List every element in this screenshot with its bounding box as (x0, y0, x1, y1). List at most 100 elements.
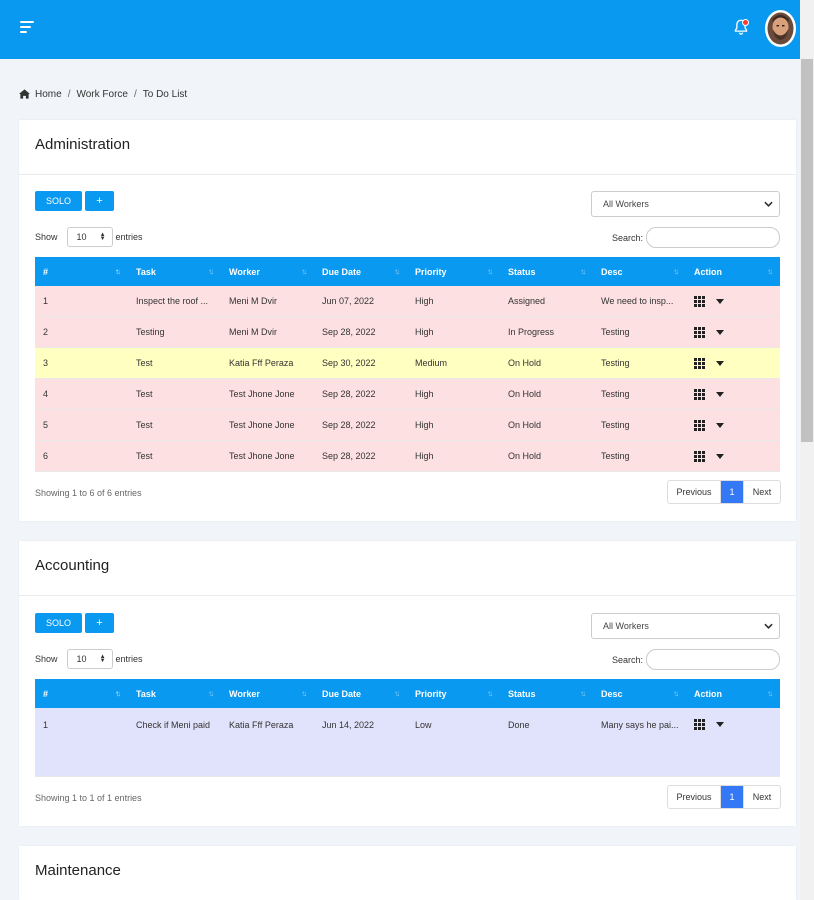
cell-num: 1 (43, 719, 49, 730)
cell-action (686, 286, 780, 316)
cell-task: Test (136, 358, 153, 368)
page-1-button[interactable]: 1 (721, 481, 743, 503)
table-row[interactable]: 1 Check if Meni paid Katia Fff Peraza Jun 1… (35, 708, 780, 777)
section-card-maintenance: Maintenance (19, 846, 796, 900)
caret-down-icon[interactable] (716, 722, 724, 727)
column-header-desc[interactable]: Desc ↑↓ (593, 679, 686, 708)
cell-action (686, 441, 780, 471)
cell-worker: Test Jhone Jone (229, 389, 295, 399)
search-input[interactable] (646, 649, 781, 670)
section-title: Accounting (35, 557, 110, 574)
caret-down-icon[interactable] (716, 422, 724, 428)
page-length-control: Show 10 ▲ ▼ entries (35, 649, 143, 669)
column-header-worker[interactable]: Worker ↑↓ (221, 257, 314, 286)
add-task-button[interactable]: + (85, 191, 114, 211)
table-body: 1 Check if Meni paid Katia Fff Peraza Jun 1… (35, 708, 780, 777)
cell-desc: Testing (601, 327, 630, 337)
column-header-priority[interactable]: Priority ↑↓ (407, 679, 500, 708)
table-header: # ↑↓ Task ↑↓ Worker ↑↓ Due Date ↑↓ Priority ↑… (35, 257, 780, 286)
cell-priority: Low (415, 719, 432, 730)
cell-desc: Testing (601, 420, 630, 430)
column-header-priority[interactable]: Priority ↑↓ (407, 257, 500, 286)
caret-down-icon[interactable] (716, 298, 724, 304)
previous-page-button[interactable]: Previous (668, 786, 721, 808)
solo-button[interactable]: SOLO (35, 191, 82, 211)
table-row[interactable]: 5 Test Test Jhone Jone Sep 28, 2022 High On H… (35, 410, 780, 441)
grid-menu-icon[interactable] (694, 388, 705, 400)
grid-menu-icon[interactable] (694, 295, 705, 307)
cell-due-date: Sep 28, 2022 (322, 327, 376, 337)
cell-action (686, 379, 780, 409)
tasks-table: # ↑↓ Task ↑↓ Worker ↑↓ Due Date ↑↓ Priority ↑… (35, 679, 780, 777)
column-header-due-date[interactable]: Due Date ↑↓ (314, 679, 407, 708)
column-header-action[interactable]: Action ↑↓ (686, 679, 780, 708)
column-header-desc[interactable]: Desc ↑↓ (593, 257, 686, 286)
page-length-select[interactable]: 10 ▲ ▼ (66, 227, 113, 247)
column-header-worker[interactable]: Worker ↑↓ (221, 679, 314, 708)
sort-icon: ↑↓ (394, 267, 400, 276)
column-header-num[interactable]: # ↑↓ (35, 679, 128, 708)
column-header-status[interactable]: Status ↑↓ (500, 257, 593, 286)
grid-menu-icon[interactable] (694, 326, 705, 338)
solo-button[interactable]: SOLO (35, 613, 82, 633)
column-header-due-date[interactable]: Due Date ↑↓ (314, 257, 407, 286)
caret-down-icon[interactable] (716, 453, 724, 459)
column-header-task[interactable]: Task ↑↓ (128, 257, 221, 286)
sort-icon: ↑↓ (767, 689, 773, 698)
cell-task: Test (136, 420, 153, 430)
search-label: Search: (612, 654, 644, 665)
cell-due-date: Jun 07, 2022 (322, 296, 375, 306)
next-page-button[interactable]: Next (743, 786, 780, 808)
cell-task: Test (136, 389, 153, 399)
caret-down-icon[interactable] (716, 360, 724, 366)
breadcrumb-home[interactable]: Home (35, 89, 62, 100)
grid-menu-icon[interactable] (694, 450, 705, 462)
sort-icon: ↑↓ (487, 689, 493, 698)
table-row[interactable]: 6 Test Test Jhone Jone Sep 28, 2022 High On H… (35, 441, 780, 472)
previous-page-button[interactable]: Previous (668, 481, 721, 503)
column-header-num[interactable]: # ↑↓ (35, 257, 128, 286)
cell-status: On Hold (508, 451, 542, 461)
cell-num: 1 (43, 296, 49, 306)
sort-icon: ↑↓ (580, 267, 586, 276)
cell-due-date: Sep 28, 2022 (322, 389, 376, 399)
page-1-button[interactable]: 1 (721, 786, 743, 808)
menu-icon[interactable] (20, 21, 34, 33)
breadcrumb-work-force[interactable]: Work Force (76, 89, 128, 100)
add-task-button[interactable]: + (85, 613, 114, 633)
worker-filter-select[interactable]: All Workers (591, 613, 780, 639)
cell-status: On Hold (508, 420, 542, 430)
page-scrollbar-thumb[interactable] (801, 59, 813, 442)
caret-down-icon[interactable] (716, 391, 724, 397)
entries-label: entries (115, 654, 143, 664)
table-row[interactable]: 2 Testing Meni M Dvir Sep 28, 2022 High In Pr… (35, 317, 780, 348)
page-length-select[interactable]: 10 ▲ ▼ (66, 649, 113, 669)
table-row[interactable]: 1 Inspect the roof ... Meni M Dvir Jun 07, … (35, 286, 780, 317)
user-avatar[interactable] (765, 10, 796, 47)
column-header-action[interactable]: Action ↑↓ (686, 257, 780, 286)
column-header-status[interactable]: Status ↑↓ (500, 679, 593, 708)
table-row[interactable]: 4 Test Test Jhone Jone Sep 28, 2022 High On H… (35, 379, 780, 410)
cell-num: 5 (43, 420, 49, 430)
worker-filter-select[interactable]: All Workers (591, 191, 780, 217)
caret-down-icon[interactable] (716, 329, 724, 335)
chevron-down-icon (764, 623, 773, 629)
search-input[interactable] (646, 227, 781, 248)
cell-status: On Hold (508, 389, 542, 399)
grid-menu-icon[interactable] (694, 419, 705, 431)
grid-menu-icon[interactable] (694, 719, 705, 730)
cell-priority: High (415, 451, 434, 461)
cell-worker: Meni M Dvir (229, 296, 278, 306)
section-card-accounting: Accounting SOLO + All Workers Show 10 ▲ ▼… (19, 541, 796, 826)
cell-worker: Test Jhone Jone (229, 451, 295, 461)
cell-status: Assigned (508, 296, 546, 306)
show-label: Show (35, 232, 58, 242)
grid-menu-icon[interactable] (694, 357, 705, 369)
column-header-task[interactable]: Task ↑↓ (128, 679, 221, 708)
next-page-button[interactable]: Next (743, 481, 780, 503)
cell-num: 2 (43, 327, 49, 337)
table-row[interactable]: 3 Test Katia Fff Peraza Sep 30, 2022 Medium O… (35, 348, 780, 379)
page-length-control: Show 10 ▲ ▼ entries (35, 227, 143, 247)
cell-desc: We need to insp... (601, 296, 674, 306)
cell-task: Test (136, 451, 153, 461)
